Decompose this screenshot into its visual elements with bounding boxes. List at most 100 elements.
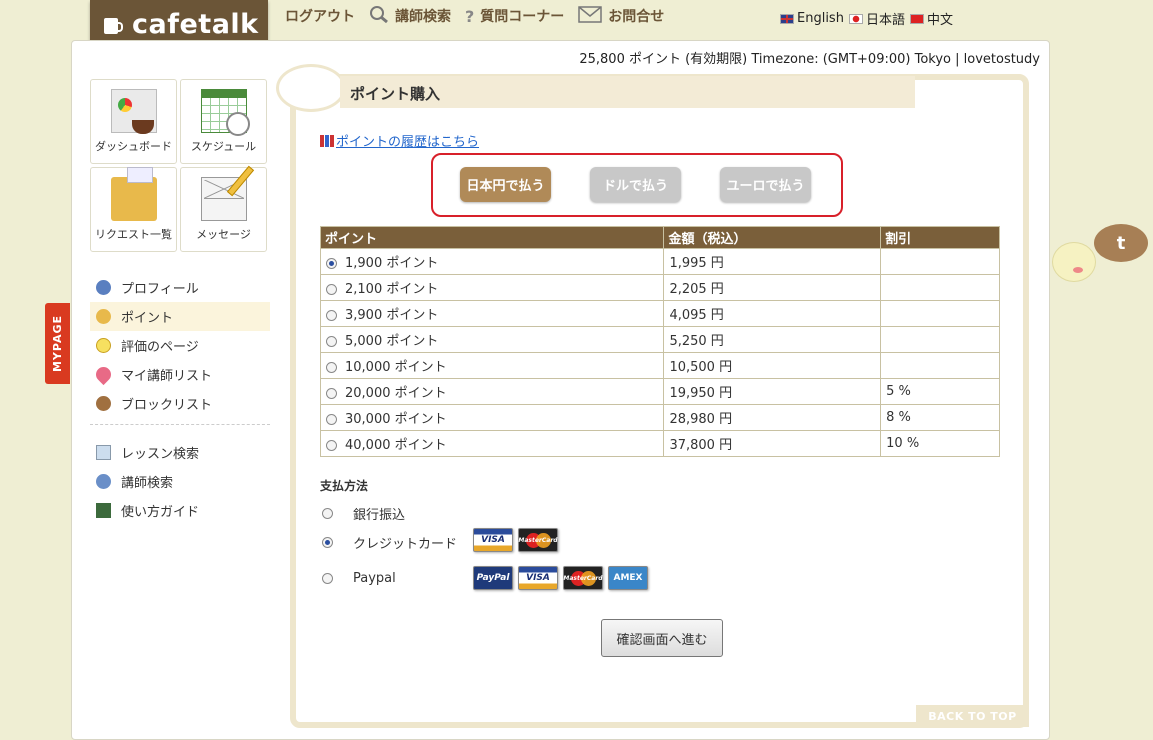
points-value: 30,000 ポイント xyxy=(345,412,447,427)
discount-value: 5 % xyxy=(880,378,1000,405)
china-flag-icon xyxy=(909,13,924,24)
header-price: 金額（税込） xyxy=(663,226,882,249)
points-value: 20,000 ポイント xyxy=(345,386,447,401)
sidebar-item-label: 講師検索 xyxy=(121,476,174,491)
table-row[interactable]: 3,900 ポイント 4,095 円 xyxy=(319,300,1000,327)
sidebar-item-lesson-search[interactable]: レッスン検索 xyxy=(90,438,270,467)
pay-yen-button[interactable]: 日本円で払う xyxy=(460,167,551,202)
bank-transfer-radio[interactable] xyxy=(322,508,333,519)
tile-requests[interactable]: リクエスト一覧 xyxy=(90,167,177,252)
sidebar-item-label: 使い方ガイド xyxy=(121,505,200,520)
price-value: 4,095 円 xyxy=(663,300,882,327)
points-radio[interactable] xyxy=(326,388,337,399)
tile-dashboard[interactable]: ダッシュボード xyxy=(90,79,177,164)
mastercard-text: MasterCard xyxy=(563,574,603,582)
discount-value: 10 % xyxy=(880,430,1000,457)
points-history-link[interactable]: ポイントの履歴はこちら xyxy=(320,131,479,150)
payment-paypal[interactable]: Paypal xyxy=(322,571,396,586)
back-to-top-button[interactable]: BACK TO TOP xyxy=(916,705,1029,727)
points-radio[interactable] xyxy=(326,440,337,451)
points-radio[interactable] xyxy=(326,362,337,373)
points-radio[interactable] xyxy=(326,336,337,347)
points-value: 10,000 ポイント xyxy=(345,360,447,375)
person-block-icon xyxy=(96,396,111,411)
lang-chinese[interactable]: 中文 xyxy=(909,9,953,28)
table-row[interactable]: 1,900 ポイント 1,995 円 xyxy=(319,248,1000,275)
teacher-search-link[interactable]: 講師検索 xyxy=(369,5,451,27)
sidebar-item-blocklist[interactable]: ブロックリスト xyxy=(90,389,270,418)
person-icon xyxy=(96,280,111,295)
points-value: 2,100 ポイント xyxy=(345,282,439,297)
pay-dollar-button[interactable]: ドルで払う xyxy=(590,167,681,202)
lang-japanese[interactable]: 日本語 xyxy=(848,9,905,28)
payment-bank-transfer[interactable]: 銀行振込 xyxy=(322,504,405,523)
table-row[interactable]: 30,000 ポイント 28,980 円 8 % xyxy=(319,404,1000,431)
mail-pencil-icon xyxy=(200,177,247,221)
document-search-icon xyxy=(96,445,111,460)
mascot-face-icon xyxy=(1052,242,1096,282)
question-corner-link[interactable]: ? 質問コーナー xyxy=(465,6,564,26)
contact-label: お問合せ xyxy=(608,9,665,25)
sidebar-item-guide[interactable]: 使い方ガイド xyxy=(90,496,270,525)
price-value: 37,800 円 xyxy=(663,430,882,457)
sidebar-item-label: ブロックリスト xyxy=(121,398,213,413)
twitter-bird-icon: t xyxy=(1094,224,1148,262)
discount-value xyxy=(880,300,1000,327)
payment-credit-card[interactable]: クレジットカード xyxy=(322,533,457,552)
heart-icon xyxy=(92,363,115,386)
sidebar-item-reviews[interactable]: 評価のページ xyxy=(90,331,270,360)
payment-method-title: 支払方法 xyxy=(320,479,369,493)
coffee-cup-icon xyxy=(104,18,123,34)
paypal-radio[interactable] xyxy=(322,573,333,584)
lang-english[interactable]: English xyxy=(780,11,844,26)
sidebar-item-points[interactable]: ポイント xyxy=(90,302,270,331)
dashboard-icon xyxy=(110,89,157,134)
discount-value xyxy=(880,274,1000,301)
sidebar-item-teacher-search[interactable]: 講師検索 xyxy=(90,467,270,496)
sidebar-item-my-teachers[interactable]: マイ講師リスト xyxy=(90,360,270,389)
tile-schedule-label: スケジュール xyxy=(190,140,257,153)
calendar-clock-icon xyxy=(200,89,250,136)
sidebar-item-label: ポイント xyxy=(121,311,174,326)
header-discount: 割引 xyxy=(880,226,1000,249)
mastercard-logo-icon: MasterCard xyxy=(563,566,603,590)
twitter-mascot[interactable]: t xyxy=(1048,218,1153,298)
tile-messages-label: メッセージ xyxy=(196,228,251,241)
sidebar-menu-secondary: レッスン検索 講師検索 使い方ガイド xyxy=(90,438,270,525)
confirm-button[interactable]: 確認画面へ進む xyxy=(601,619,723,657)
table-row[interactable]: 5,000 ポイント 5,250 円 xyxy=(319,326,1000,353)
table-row[interactable]: 20,000 ポイント 19,950 円 5 % xyxy=(319,378,1000,405)
tile-messages[interactable]: メッセージ xyxy=(180,167,267,252)
question-mark-icon: ? xyxy=(465,6,475,26)
points-value: 40,000 ポイント xyxy=(345,438,447,453)
mypage-tab[interactable]: MYPAGE xyxy=(45,303,70,384)
tile-schedule[interactable]: スケジュール xyxy=(180,79,267,164)
points-radio[interactable] xyxy=(326,310,337,321)
points-radio[interactable] xyxy=(326,284,337,295)
magnifier-icon xyxy=(369,5,389,27)
credit-card-label: クレジットカード xyxy=(353,537,458,552)
contact-link[interactable]: お問合せ xyxy=(578,5,664,27)
bar-chart-icon xyxy=(320,134,334,147)
credit-card-radio[interactable] xyxy=(322,537,333,548)
film-icon xyxy=(96,503,111,518)
points-radio[interactable] xyxy=(326,414,337,425)
logout-link[interactable]: ログアウト xyxy=(285,6,355,26)
pay-euro-button[interactable]: ユーロで払う xyxy=(720,167,811,202)
account-info: 25,800 ポイント (有効期限) Timezone: (GMT+09:00)… xyxy=(579,52,1040,67)
points-radio[interactable] xyxy=(326,258,337,269)
price-value: 1,995 円 xyxy=(663,248,882,275)
table-row[interactable]: 2,100 ポイント 2,205 円 xyxy=(319,274,1000,301)
page-title-bar: ポイント購入 xyxy=(340,76,915,108)
table-row[interactable]: 40,000 ポイント 37,800 円 10 % xyxy=(319,430,1000,457)
person-search-icon xyxy=(96,474,111,489)
sidebar-divider xyxy=(90,424,270,425)
table-row[interactable]: 10,000 ポイント 10,500 円 xyxy=(319,352,1000,379)
mypage-tab-label: MYPAGE xyxy=(51,314,64,373)
header-points: ポイント xyxy=(319,226,665,249)
credit-card-logos: VISA MasterCard xyxy=(473,528,563,552)
discount-value xyxy=(880,352,1000,379)
sidebar-item-profile[interactable]: プロフィール xyxy=(90,273,270,302)
sidebar-menu: プロフィール ポイント 評価のページ マイ講師リスト ブロックリスト xyxy=(90,273,270,418)
points-history-label: ポイントの履歴はこちら xyxy=(336,135,480,150)
